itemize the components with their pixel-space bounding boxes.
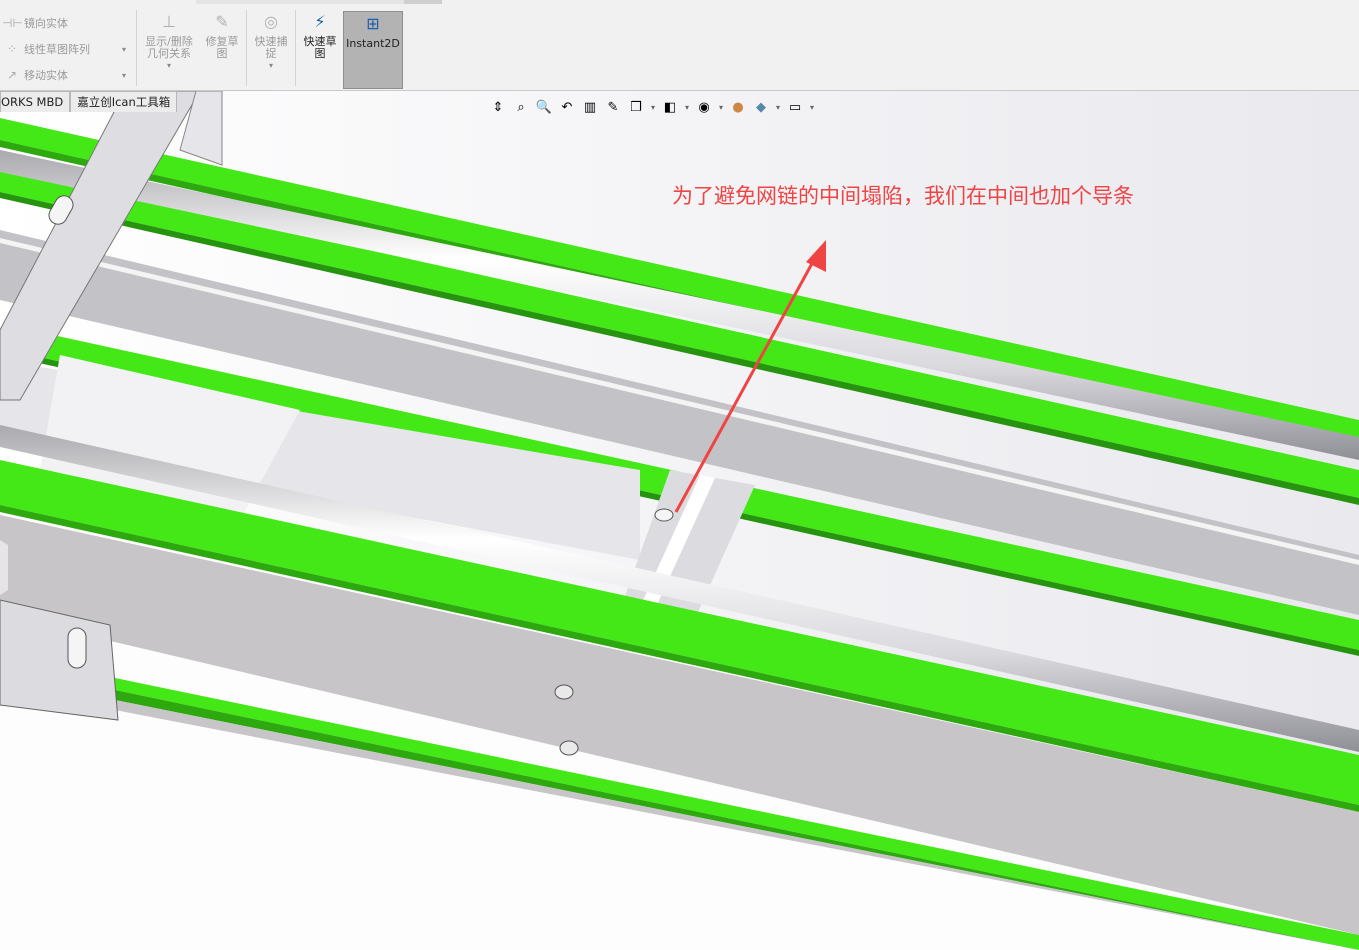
edit-appearance-icon[interactable]: ● [728, 97, 748, 117]
repair-sketch-label: 修复草 图 [205, 35, 239, 60]
mirror-entities-item[interactable]: ⊣⊢ 镜向实体 [2, 12, 68, 34]
chevron-down-icon[interactable]: ▾ [717, 97, 725, 117]
view-orientation-cube-icon[interactable]: ❒ [626, 97, 646, 117]
ribbon-separator [246, 10, 247, 86]
apply-scene-icon[interactable]: ◆ [751, 97, 771, 117]
chevron-down-icon[interactable]: ▾ [683, 97, 691, 117]
tab-mbd[interactable]: ORKS MBD [0, 91, 71, 112]
hide-show-icon[interactable]: ◉ [694, 97, 714, 117]
tab-ican-toolbox[interactable]: 嘉立创Ican工具箱 [70, 91, 178, 112]
linear-pattern-item[interactable]: ⁘ 线性草图阵列 ▾ [2, 38, 126, 60]
repair-sketch-icon: ✎ [215, 12, 229, 31]
chevron-down-icon[interactable]: ▾ [269, 60, 273, 72]
annotation-text: 为了避免网链的中间塌陷，我们在中间也加个导条 [672, 184, 1134, 208]
instant2d-icon: ⊞ [366, 14, 380, 33]
linear-pattern-icon: ⁘ [6, 42, 18, 56]
quick-snaps-icon: ◎ [264, 12, 278, 31]
instant2d-button[interactable]: ⊞ Instant2D [343, 11, 403, 89]
linear-pattern-label: 线性草图阵列 [24, 43, 90, 56]
view-orientation-icon[interactable]: ⇕ [488, 97, 508, 117]
instant2d-label: Instant2D [346, 37, 400, 50]
conveyor-model [0, 91, 1359, 950]
graphics-viewport[interactable] [0, 91, 1359, 950]
view-settings-icon[interactable]: ▭ [785, 97, 805, 117]
rapid-sketch-label: 快速草 图 [303, 35, 337, 60]
command-tab-bar: ORKS MBD 嘉立创Ican工具箱 [0, 91, 178, 112]
display-style-icon[interactable]: ◧ [660, 97, 680, 117]
zoom-to-fit-icon[interactable]: ⌕ [511, 97, 531, 117]
move-entities-icon: ↗ [6, 68, 18, 82]
chevron-down-icon[interactable]: ▾ [122, 45, 126, 54]
relations-icon: ⊥ [162, 12, 176, 31]
rapid-sketch-icon: ⚡ [314, 12, 326, 31]
zoom-area-icon[interactable]: 🔍 [534, 97, 554, 117]
ribbon-tab-strip-highlight [404, 0, 442, 4]
ribbon-separator [295, 10, 296, 86]
move-entities-item[interactable]: ↗ 移动实体 ▾ [2, 64, 126, 86]
mirror-entities-label: 镜向实体 [24, 17, 68, 30]
section-view-icon[interactable]: ▥ [580, 97, 600, 117]
chevron-down-icon[interactable]: ▾ [122, 71, 126, 80]
chevron-down-icon[interactable]: ▾ [167, 60, 171, 72]
command-manager-ribbon: ⊣⊢ 镜向实体 ⁘ 线性草图阵列 ▾ ↗ 移动实体 ▾ ⊥ 显示/删除 几何关系… [0, 0, 1359, 91]
ribbon-tab-strip [196, 0, 406, 4]
dynamic-annotation-icon[interactable]: ✎ [603, 97, 623, 117]
chevron-down-icon[interactable]: ▾ [808, 97, 816, 117]
chevron-down-icon[interactable]: ▾ [774, 97, 782, 117]
show-delete-relations-label: 显示/删除 几何关系 [145, 35, 193, 60]
previous-view-icon[interactable]: ↶ [557, 97, 577, 117]
quick-snaps-button[interactable]: ◎ 快速捕 捉 ▾ [250, 10, 292, 72]
heads-up-view-toolbar: ⇕ ⌕ 🔍 ↶ ▥ ✎ ❒ ▾ ◧ ▾ ◉ ▾ ● ◆ ▾ ▭ ▾ [488, 96, 816, 118]
mirror-entities-icon: ⊣⊢ [2, 16, 23, 30]
ribbon-separator [136, 10, 137, 86]
quick-snaps-label: 快速捕 捉 [254, 35, 288, 60]
move-entities-label: 移动实体 [24, 69, 68, 82]
repair-sketch-button[interactable]: ✎ 修复草 图 [200, 10, 244, 60]
chevron-down-icon[interactable]: ▾ [649, 97, 657, 117]
rapid-sketch-button[interactable]: ⚡ 快速草 图 [298, 10, 342, 60]
show-delete-relations-button[interactable]: ⊥ 显示/删除 几何关系 ▾ [140, 10, 198, 72]
